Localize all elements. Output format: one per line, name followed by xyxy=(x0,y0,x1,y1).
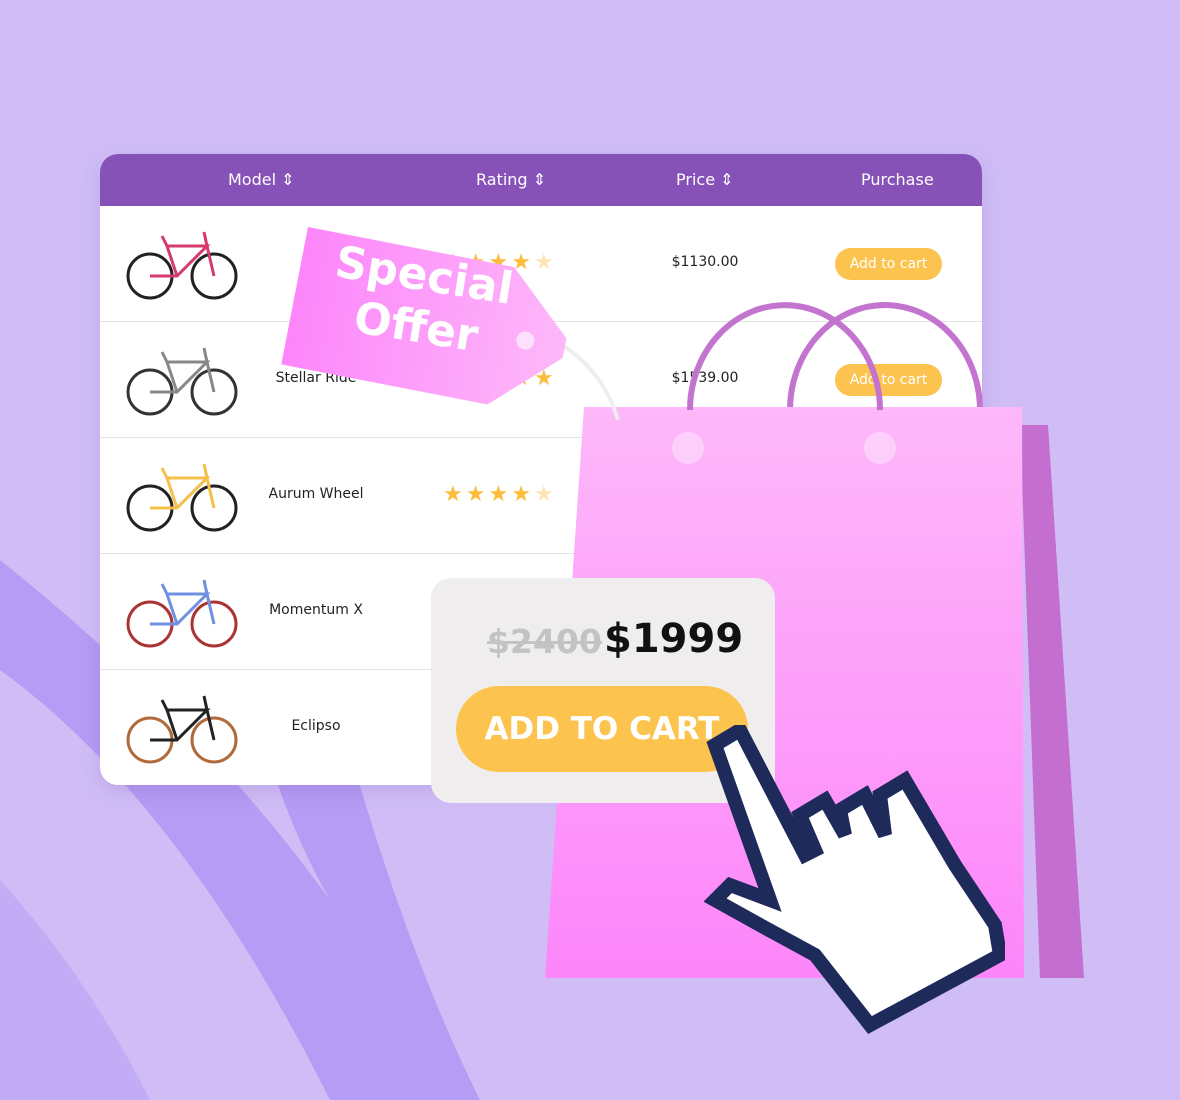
bag-hole xyxy=(864,432,896,464)
new-price: $1999 xyxy=(604,616,744,662)
old-price: $2400 xyxy=(487,622,602,661)
pointer-hand-icon xyxy=(703,725,1005,1034)
bag-handle-back xyxy=(787,302,983,411)
bag-side xyxy=(1020,425,1084,978)
bag-hole xyxy=(672,432,704,464)
bag-handle-front xyxy=(687,302,883,411)
